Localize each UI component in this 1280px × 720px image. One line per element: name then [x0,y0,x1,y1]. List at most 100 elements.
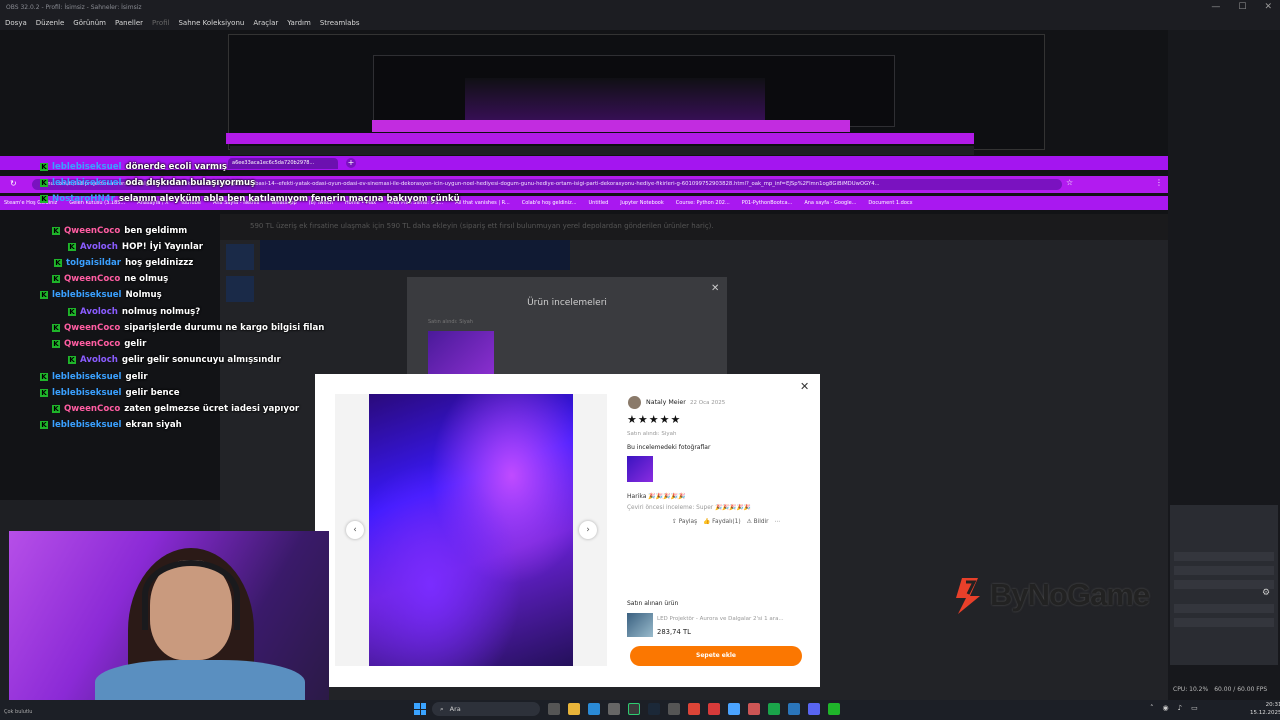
chat-message: Kleblebiseksuel Nolmuş [40,290,162,300]
bookmark-item[interactable]: P01-PythonBootca... [742,200,793,206]
more-icon[interactable]: ⋯ [775,519,781,525]
chat-message: K QweenCoco zaten gelmezse ücret iadesi ya… [52,404,299,414]
chrome-icon[interactable] [688,703,700,715]
chat-username: Avoloch [80,242,118,252]
bookmark-item[interactable]: All that vanishes | R... [455,200,510,206]
menu-dosya[interactable]: Dosya [5,19,27,27]
edge-icon[interactable] [588,703,600,715]
bookmark-item[interactable]: Colab'e hoş geldiniz... [522,200,577,206]
bookmark-item[interactable]: Jupyter Notebook [620,200,663,206]
badge-icon: K [52,405,60,413]
prev-arrow-icon[interactable]: ‹ [346,521,364,539]
badge-icon: K [40,421,48,429]
menu-gorunum[interactable]: Görünüm [73,19,106,27]
discord-icon[interactable] [808,703,820,715]
gear-icon[interactable]: ⚙ [1262,588,1270,598]
chat-text: gelir [124,339,147,349]
dock-row[interactable] [1174,580,1274,589]
dock-row[interactable] [1174,618,1274,627]
reviewer-name: Nataly Meier [646,399,686,406]
menu-araclar[interactable]: Araçlar [253,19,278,27]
menu-sahne-koleksiyonu[interactable]: Sahne Koleksiyonu [178,19,244,27]
chat-message: Kleblebiseksuel oda dışkıdan bulaşıyormuş [40,178,255,188]
obs-menu-bar: Dosya Düzenle Görünüm Paneller Profil Sa… [0,16,1280,30]
dock-row[interactable] [1174,552,1274,561]
bookmark-item[interactable]: Untitled [589,200,609,206]
chevron-up-icon[interactable]: ˄ [1150,704,1154,712]
menu-streamlabs[interactable]: Streamlabs [320,19,360,27]
task-view-icon[interactable] [548,703,560,715]
chat-username: leblebiseksuel [52,420,122,430]
bookmark-item[interactable]: Document 1.docx [868,200,912,206]
product-price: 283,74 TL [657,628,691,636]
network-icon[interactable]: ◉ [1163,704,1169,712]
steam-icon[interactable] [648,703,660,715]
app-icon[interactable] [788,703,800,715]
chat-text: ne olmuş [124,274,169,284]
minimize-icon[interactable]: — [1211,2,1220,12]
nested-preview-deep [465,78,765,124]
menu-profil[interactable]: Profil [152,19,169,27]
review-photo-thumb[interactable] [627,456,653,482]
chat-username: QweenCoco [64,226,121,236]
dock-row[interactable] [1174,566,1274,575]
app-icon[interactable] [668,703,680,715]
chat-text: gelir bence [125,388,180,398]
chat-username: QweenCoco [64,339,121,349]
volume-icon[interactable]: ♪ [1178,704,1182,712]
chat-text: gelir gelir sonuncuyu almışsındır [121,355,281,365]
star-icon[interactable]: ☆ [1066,178,1073,187]
obs-stats: CPU: 10.2% 60.00 / 60.00 FPS [1168,682,1280,696]
report-button[interactable]: ⚠ Bildir [747,519,769,525]
browser-tab[interactable]: a6ee33aca1ec6c5da720b2978... [228,158,338,169]
menu-paneller[interactable]: Paneller [115,19,143,27]
close-icon[interactable]: ✕ [800,380,809,393]
photos-label: Bu incelemedeki fotoğraflar [627,444,711,451]
app-icon[interactable] [828,703,840,715]
file-explorer-icon[interactable] [568,703,580,715]
app-icon[interactable] [608,703,620,715]
new-tab-button[interactable]: + [346,158,356,168]
start-icon[interactable] [414,703,426,715]
close-icon[interactable]: ✕ [711,283,719,294]
bookmark-item[interactable]: Ana sayfa - Google... [804,200,856,206]
bookmark-item[interactable]: Course: Python 202... [676,200,730,206]
app-icon[interactable] [748,703,760,715]
thumbnail[interactable] [226,276,254,302]
menu-icon[interactable]: ⋮ [1155,178,1163,187]
badge-icon: K [68,308,76,316]
clock[interactable]: 20:31 15.12.2025 [1250,701,1280,717]
menu-duzenle[interactable]: Düzenle [36,19,65,27]
maximize-icon[interactable]: ☐ [1238,2,1246,12]
share-button[interactable]: ⇪ Paylaş [672,519,697,525]
obs-title-bar: OBS 32.0.2 - Profil: İsimsiz - Sahneler:… [0,0,1280,16]
review-photo-thumb[interactable] [428,331,494,375]
taskbar-search[interactable]: ⌕ Ara [432,702,540,716]
dock-row[interactable] [1174,604,1274,613]
helpful-button[interactable]: 👍 Faydalı(1) [703,519,741,525]
nested-address-bar [230,146,974,155]
chat-text: ben geldimm [124,226,188,236]
add-to-cart-button[interactable]: Sepete ekle [630,646,802,666]
obs-icon[interactable] [628,703,640,715]
app-icon[interactable] [708,703,720,715]
system-tray: ˄ ◉ ♪ ▭ [1150,704,1198,712]
reload-icon[interactable]: ↻ [10,179,17,188]
thumbnail[interactable] [226,244,254,270]
badge-icon: K [68,243,76,251]
badge-icon: K [52,340,60,348]
badge-icon: K [40,195,48,203]
xbox-icon[interactable] [768,703,780,715]
product-name[interactable]: LED Projektör - Aurora ve Dalgalar 2'si … [657,616,784,622]
badge-icon: K [68,356,76,364]
menu-yardim[interactable]: Yardım [287,19,311,27]
product-thumb[interactable] [627,613,653,637]
chat-username: QweenCoco [64,323,121,333]
close-icon[interactable]: ✕ [1264,2,1272,12]
logo-mark-icon [952,576,986,614]
chat-text: gelir [125,372,148,382]
next-arrow-icon[interactable]: › [579,521,597,539]
battery-icon[interactable]: ▭ [1191,704,1198,712]
brand-logo: ByNoGame [952,576,1150,614]
app-icon[interactable] [728,703,740,715]
